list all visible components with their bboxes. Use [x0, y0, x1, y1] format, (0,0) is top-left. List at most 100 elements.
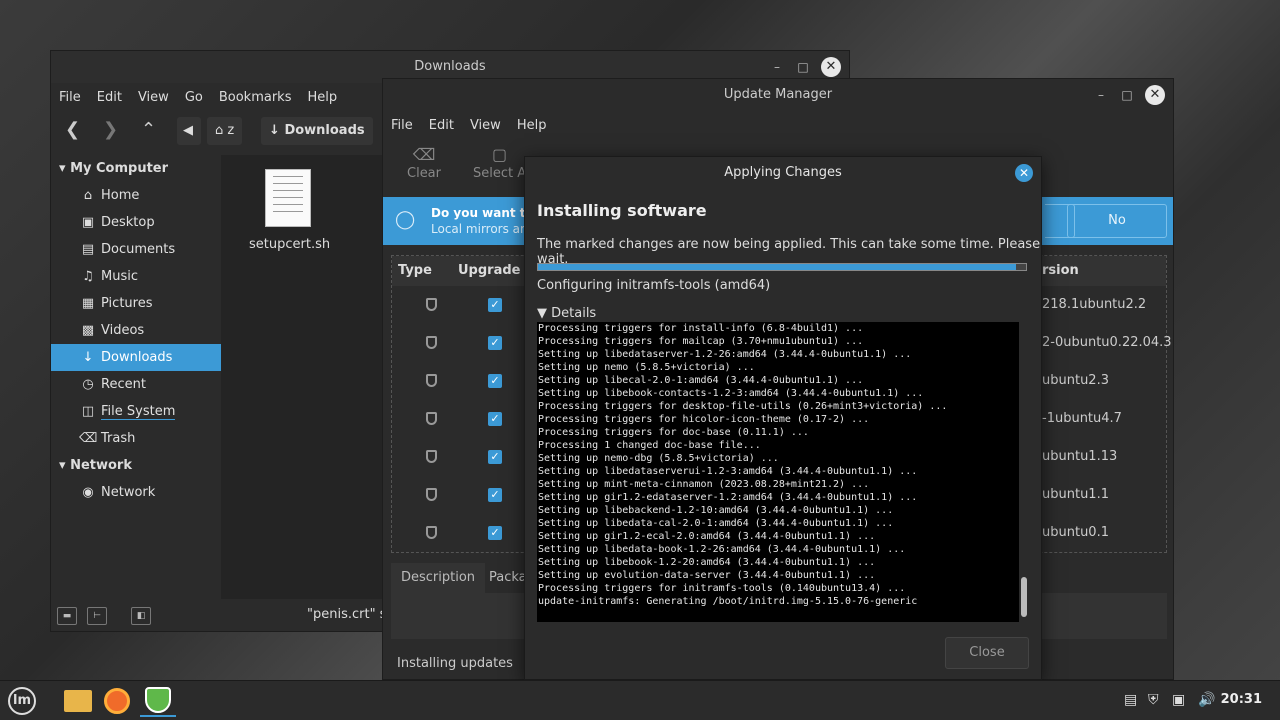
upgrade-checkbox[interactable]: ✓	[488, 374, 502, 388]
column-upgrade[interactable]: Upgrade	[458, 263, 520, 278]
menu-help[interactable]: Help	[307, 90, 337, 105]
install-progress-bar	[537, 263, 1027, 271]
sidebar-item-home[interactable]: ⌂ Home	[51, 182, 221, 209]
details-label: Details	[551, 306, 597, 321]
menu-bookmarks[interactable]: Bookmarks	[219, 90, 292, 105]
tab-description[interactable]: Description	[391, 563, 486, 593]
hide-sidebar-icon[interactable]: ◧	[131, 607, 151, 625]
breadcrumb-home[interactable]: ⌂ z	[207, 117, 243, 145]
pictures-icon: ▦	[81, 296, 95, 311]
sidebar-item-file-system[interactable]: ◫ File System	[51, 398, 221, 425]
column-version[interactable]: rsion	[1042, 263, 1079, 278]
banner-subtitle: Local mirrors ar	[431, 222, 525, 236]
tree-toggle-icon[interactable]: ⊢	[87, 607, 107, 625]
network-globe-icon: ◉	[82, 485, 94, 500]
breadcrumb-left-icon[interactable]: ◀	[177, 117, 201, 145]
sidebar-item-downloads[interactable]: ↓ Downloads	[51, 344, 221, 371]
forward-arrow-icon[interactable]: ❯	[103, 119, 118, 140]
upgrade-checkbox[interactable]: ✓	[488, 298, 502, 312]
network-icon[interactable]: ▣	[1172, 692, 1185, 708]
upgrade-checkbox[interactable]: ✓	[488, 450, 502, 464]
notifications-icon[interactable]: ▤	[1124, 692, 1137, 708]
banner-no-button[interactable]: No	[1067, 204, 1167, 238]
shield-icon	[426, 488, 437, 501]
menu-file[interactable]: File	[391, 118, 413, 133]
version-cell: 218.1ubuntu2.2	[1042, 297, 1147, 312]
script-file-icon[interactable]	[265, 169, 311, 227]
documents-icon: ▤	[81, 242, 95, 257]
clock-icon: ◷	[82, 377, 94, 392]
details-expander[interactable]: ▼ Details	[537, 306, 596, 321]
log-line: Processing 1 changed doc-base file...	[538, 440, 761, 451]
sidebar-section-network[interactable]: ▾ Network	[51, 452, 221, 479]
close-button[interactable]: ✕	[821, 57, 841, 77]
dialog-close-button[interactable]: Close	[945, 637, 1029, 669]
file-name-label[interactable]: setupcert.sh	[249, 237, 330, 252]
terminal-scrollbar[interactable]	[1021, 577, 1027, 617]
sidebar-item-videos[interactable]: ▩ Videos	[51, 317, 221, 344]
trash-icon: ⌫	[79, 431, 98, 446]
log-line: Setting up libedataserver-1.2-26:amd64 (…	[538, 349, 912, 360]
upgrade-checkbox[interactable]: ✓	[488, 488, 502, 502]
menu-help[interactable]: Help	[517, 118, 547, 133]
select-all-icon: ▢	[492, 145, 508, 164]
applying-changes-dialog: Applying Changes ✕ Installing software T…	[524, 156, 1042, 680]
sidebar-item-label: Desktop	[101, 215, 155, 230]
sidebar-item-label: Documents	[101, 242, 176, 257]
breadcrumb-downloads[interactable]: ↓ Downloads	[261, 117, 373, 145]
places-toggle-icon[interactable]: ▬	[57, 607, 77, 625]
taskbar-update-manager[interactable]	[140, 685, 176, 717]
sidebar-section-my-computer[interactable]: ▾ My Computer	[51, 155, 221, 182]
upgrade-checkbox[interactable]: ✓	[488, 336, 502, 350]
clear-button[interactable]: ⌫ Clear	[407, 145, 441, 181]
taskbar-files[interactable]	[60, 685, 96, 717]
menu-edit[interactable]: Edit	[97, 90, 122, 105]
shield-icon	[426, 412, 437, 425]
back-arrow-icon[interactable]: ❮	[65, 119, 80, 140]
sidebar-item-desktop[interactable]: ▣ Desktop	[51, 209, 221, 236]
taskbar-firefox[interactable]	[100, 685, 136, 717]
log-line: Setting up libecal-2.0-1:amd64 (3.44.4-0…	[538, 375, 864, 386]
sidebar-item-network[interactable]: ◉ Network	[51, 479, 221, 506]
update-manager-menubar: File Edit View Help	[383, 111, 1173, 139]
menu-file[interactable]: File	[59, 90, 81, 105]
version-cell: ubuntu2.3	[1042, 373, 1109, 388]
mint-menu-icon[interactable]: lm	[8, 687, 36, 715]
sidebar-item-recent[interactable]: ◷ Recent	[51, 371, 221, 398]
sidebar-item-documents[interactable]: ▤ Documents	[51, 236, 221, 263]
column-type[interactable]: Type	[398, 263, 432, 278]
dialog-close-icon[interactable]: ✕	[1015, 164, 1033, 182]
maximize-button[interactable]: □	[795, 59, 811, 75]
version-cell: 2-0ubuntu0.22.04.3	[1042, 335, 1172, 350]
menu-view[interactable]: View	[470, 118, 501, 133]
shield-icon	[426, 450, 437, 463]
minimize-button[interactable]: –	[1093, 87, 1109, 103]
maximize-button[interactable]: □	[1119, 87, 1135, 103]
terminal-log[interactable]: Processing triggers for install-info (6.…	[537, 322, 1019, 622]
upgrade-checkbox[interactable]: ✓	[488, 526, 502, 540]
log-line: Setting up libebackend-1.2-10:amd64 (3.4…	[538, 505, 894, 516]
sidebar-item-trash[interactable]: ⌫ Trash	[51, 425, 221, 452]
shield-icon	[426, 298, 437, 311]
log-line: Setting up mint-meta-cinnamon (2023.08.2…	[538, 479, 870, 490]
minimize-button[interactable]: –	[769, 59, 785, 75]
menu-go[interactable]: Go	[185, 90, 203, 105]
shield-tray-icon[interactable]: ⛨	[1148, 692, 1159, 708]
log-line: Setting up nemo (5.8.5+victoria) ...	[538, 362, 755, 373]
sidebar-item-pictures[interactable]: ▦ Pictures	[51, 290, 221, 317]
sidebar-item-label: Music	[101, 269, 138, 284]
lightbulb-icon: ◯	[395, 209, 416, 230]
up-arrow-icon[interactable]: ⌃	[141, 119, 156, 140]
update-manager-titlebar[interactable]: Update Manager – □ ✕	[383, 79, 1173, 111]
menu-edit[interactable]: Edit	[429, 118, 454, 133]
sidebar: ▾ My Computer ⌂ Home ▣ Desktop ▤ Documents …	[51, 155, 221, 601]
menu-view[interactable]: View	[138, 90, 169, 105]
volume-icon[interactable]: 🔊	[1198, 692, 1215, 708]
upgrade-checkbox[interactable]: ✓	[488, 412, 502, 426]
select-all-button[interactable]: ▢ Select A	[473, 145, 526, 181]
clock[interactable]: 20:31	[1221, 692, 1262, 707]
close-button[interactable]: ✕	[1145, 85, 1165, 105]
sidebar-item-music[interactable]: ♫ Music	[51, 263, 221, 290]
firefox-icon	[104, 688, 130, 714]
dialog-titlebar[interactable]: Applying Changes ✕	[525, 157, 1041, 189]
